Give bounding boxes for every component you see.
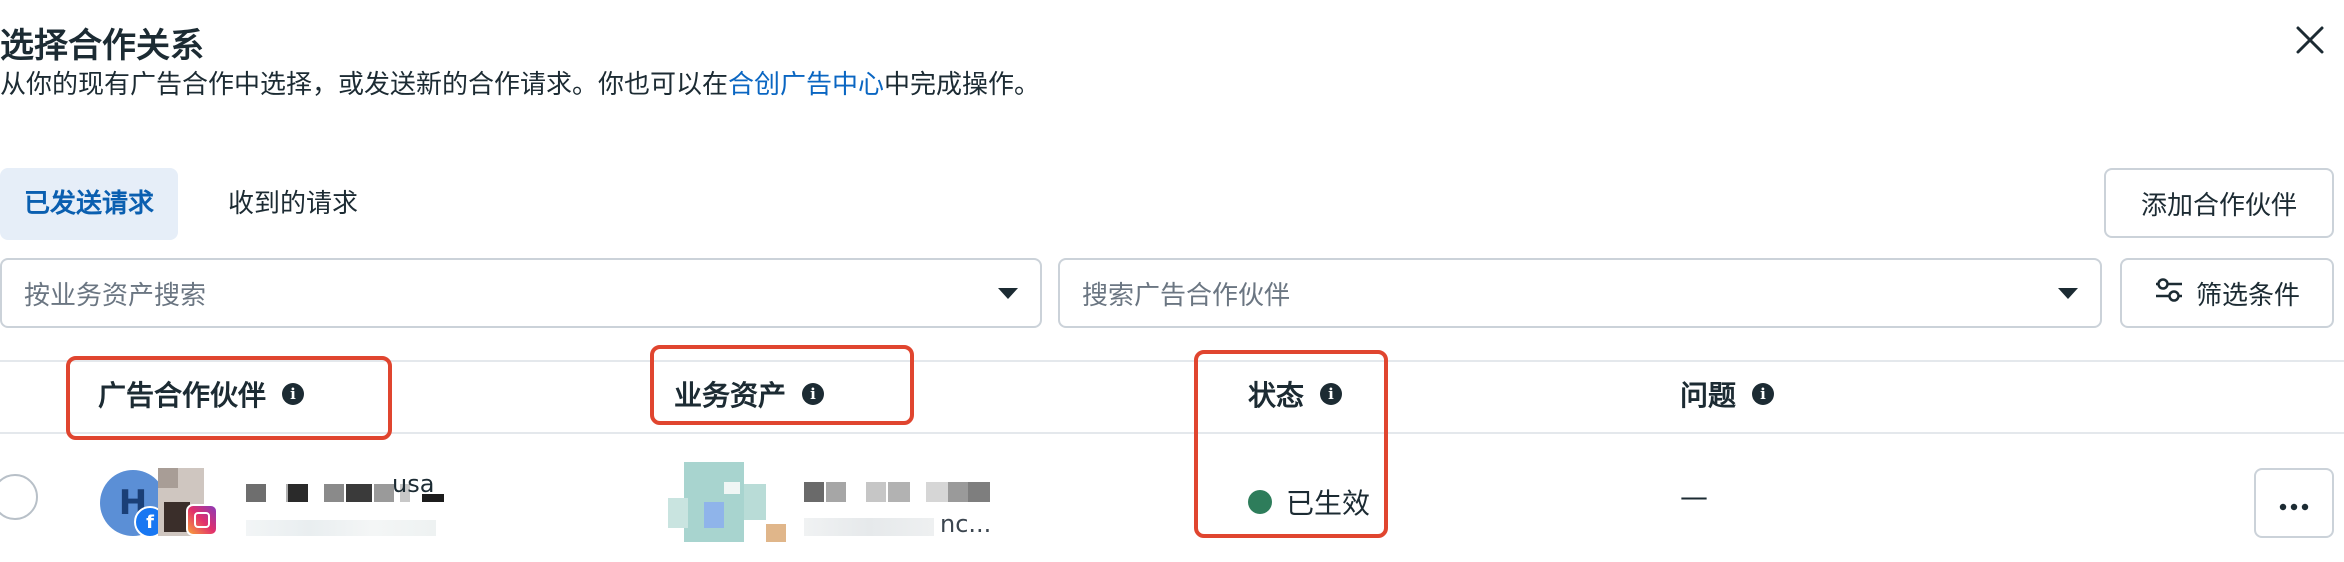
creative-center-link[interactable]: 合创广告中心 [728, 70, 884, 100]
caret-down-icon [2058, 287, 2078, 299]
asset-subtext-redacted [804, 518, 934, 536]
add-partner-button[interactable]: 添加合作伙伴 [2104, 168, 2334, 238]
column-label: 问题 [1680, 379, 1737, 412]
caret-down-icon [998, 287, 1018, 299]
instagram-icon [186, 504, 218, 536]
more-options-button[interactable] [2254, 468, 2334, 538]
dialog-subtitle: 从你的现有广告合作中选择，或发送新的合作请求。你也可以在合创广告中心中完成操作。 [0, 64, 1040, 101]
more-horizontal-icon [2279, 488, 2309, 518]
status-dot-icon [1248, 490, 1272, 514]
filter-label: 筛选条件 [2195, 280, 2300, 311]
partner-search-select[interactable]: 搜索广告合作伙伴 [1058, 258, 2102, 328]
info-icon[interactable]: i [1752, 383, 1775, 405]
asset-name-fragment: nc... [940, 510, 992, 538]
subtitle-text-end: 中完成操作。 [884, 70, 1041, 100]
sliders-icon [2154, 277, 2184, 310]
row-radio[interactable] [0, 474, 38, 520]
asset-thumbnail [668, 462, 786, 542]
subtitle-text: 从你的现有广告合作中选择，或发送新的合作请求。你也可以在 [0, 70, 729, 100]
partner-subtext-redacted [246, 520, 436, 536]
issues-value: — [1680, 480, 1708, 513]
dialog-title: 选择合作关系 [0, 26, 204, 66]
status-label: 已生效 [1286, 487, 1371, 520]
status-badge: 已生效 [1248, 482, 1370, 522]
tab-sent-requests[interactable]: 已发送请求 [0, 168, 179, 240]
partner-name-fragment: usa [392, 470, 435, 498]
close-icon[interactable] [2292, 22, 2328, 58]
column-header-issues: 问题 i [1680, 374, 1775, 414]
highlight-box-partner [66, 356, 392, 440]
partner-search-placeholder: 搜索广告合作伙伴 [1082, 280, 1291, 311]
asset-name-redacted [804, 480, 994, 504]
tab-received-requests[interactable]: 收到的请求 [204, 168, 382, 240]
highlight-box-asset [650, 345, 914, 425]
filter-button[interactable]: 筛选条件 [2120, 258, 2334, 328]
asset-search-select[interactable]: 按业务资产搜索 [0, 258, 1042, 328]
asset-search-placeholder: 按业务资产搜索 [24, 280, 207, 311]
